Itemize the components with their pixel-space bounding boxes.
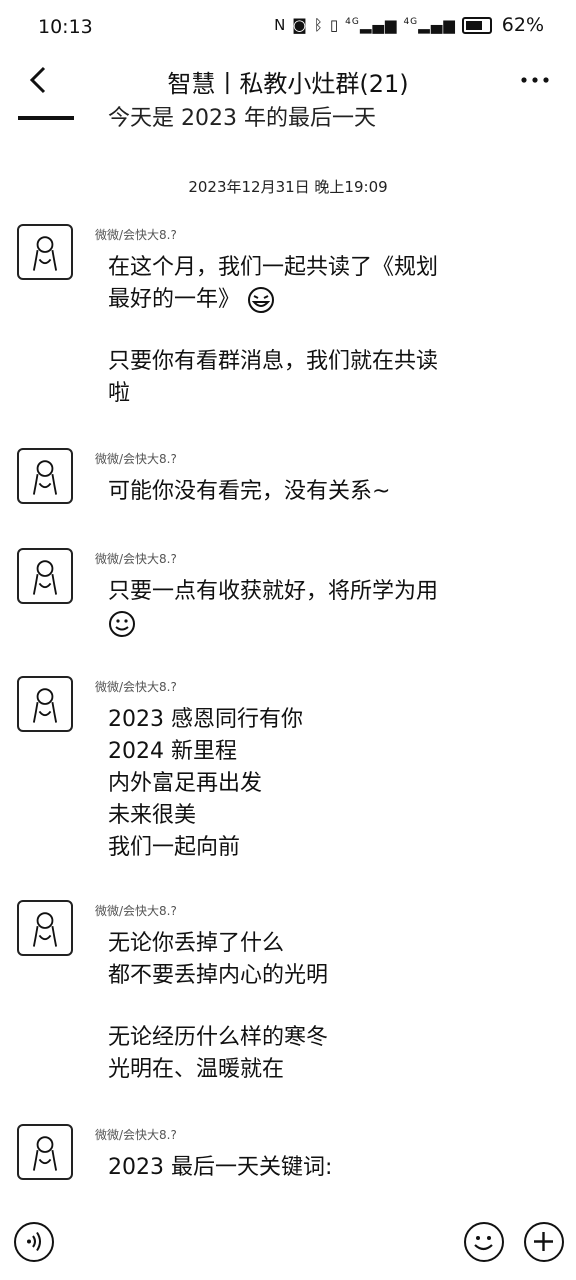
plus-icon xyxy=(534,1232,553,1251)
message-line: 只要一点有收获就好，将所学为用 xyxy=(108,579,439,604)
chat-title: 智慧丨私教小灶群(21) xyxy=(167,70,409,98)
message-line: 无论你丢掉了什么 xyxy=(108,931,285,956)
vibrate-icon: ▯ xyxy=(329,16,340,34)
nfc-icon: N xyxy=(274,16,287,34)
message-line: 最好的一年》 xyxy=(108,284,508,316)
plus-button[interactable] xyxy=(524,1222,564,1262)
avatar-figure-icon xyxy=(32,460,58,495)
status-time: 10:13 xyxy=(38,16,93,38)
sender-name: 微微/会快大8.? xyxy=(95,1128,177,1142)
partial-message: 今天是 2023 年的最后一天 xyxy=(0,106,576,128)
chat-header: 智慧丨私教小灶群(21) xyxy=(0,56,576,106)
message-line xyxy=(108,608,508,640)
battery-percent: 62% xyxy=(501,14,544,36)
message-line: 我们一起向前 xyxy=(108,835,241,860)
avatar[interactable] xyxy=(17,224,73,280)
message-line: 无论经历什么样的寒冬 xyxy=(108,1025,329,1050)
message-text[interactable]: 只要一点有收获就好，将所学为用 xyxy=(108,576,508,640)
message-text[interactable]: 在这个月，我们一起共读了《规划 最好的一年》 只要你有看群消息，我们就在共读 啦 xyxy=(108,252,508,410)
avatar-figure-icon xyxy=(32,236,58,271)
message-text[interactable]: 无论你丢掉了什么 都不要丢掉内心的光明 无论经历什么样的寒冬 光明在、温暖就在 xyxy=(108,928,508,1086)
sender-name: 微微/会快大8.? xyxy=(95,552,177,566)
smile-emoji-icon xyxy=(109,611,135,637)
avatar[interactable] xyxy=(17,676,73,732)
bluetooth-icon: ᛒ xyxy=(313,16,324,34)
avatar-figure-icon xyxy=(32,912,58,947)
avatar[interactable] xyxy=(17,448,73,504)
message-line: 都不要丢掉内心的光明 xyxy=(108,963,329,988)
message-line: 2023 感恩同行有你 xyxy=(108,707,303,732)
message-line: 未来很美 xyxy=(108,803,197,828)
avatar-figure-icon xyxy=(32,1136,58,1171)
avatar[interactable] xyxy=(17,900,73,956)
silent-icon: ◙ xyxy=(292,16,308,34)
emoji-button[interactable] xyxy=(464,1222,504,1262)
message-line: 光明在、温暖就在 xyxy=(108,1057,285,1082)
message-line: 2024 新里程 xyxy=(108,739,237,764)
voice-button[interactable] xyxy=(14,1222,54,1262)
battery-icon xyxy=(461,16,492,34)
avatar[interactable] xyxy=(17,1124,73,1180)
avatar-figure-icon xyxy=(32,560,58,595)
message-text[interactable]: 可能你没有看完，没有关系~ xyxy=(108,476,508,508)
avatar[interactable] xyxy=(17,548,73,604)
message-line: 啦 xyxy=(108,381,131,406)
status-bar: 10:13 N ◙ ᛒ ▯ 4G▂▄▆ 4G▂▄▆ 62% xyxy=(0,0,576,56)
message-line: 在这个月，我们一起共读了《规划 xyxy=(108,255,439,280)
message-line-text: 最好的一年》 xyxy=(108,287,241,312)
message-line: 内外富足再出发 xyxy=(108,771,263,796)
status-icons: N ◙ ᛒ ▯ 4G▂▄▆ 4G▂▄▆ 62% xyxy=(274,14,544,36)
message-line: 可能你没有看完，没有关系~ xyxy=(108,479,391,504)
sender-name: 微微/会快大8.? xyxy=(95,680,177,694)
emoji-icon xyxy=(474,1236,493,1251)
partial-avatar-edge xyxy=(18,116,74,120)
sender-name: 微微/会快大8.? xyxy=(95,452,177,466)
signal-4g-icon: 4G▂▄▆ xyxy=(403,16,456,34)
message-line: 2023 最后一天关键词: xyxy=(108,1155,333,1180)
message-text[interactable]: 2023 最后一天关键词: xyxy=(108,1152,508,1184)
message-line: 只要你有看群消息，我们就在共读 xyxy=(108,349,439,374)
more-options-icon[interactable] xyxy=(518,60,552,96)
partial-message-text: 今天是 2023 年的最后一天 xyxy=(108,106,376,128)
sender-name: 微微/会快大8.? xyxy=(95,228,177,242)
message-text[interactable]: 2023 感恩同行有你 2024 新里程 内外富足再出发 未来很美 我们一起向前 xyxy=(108,704,508,864)
sender-name: 微微/会快大8.? xyxy=(95,904,177,918)
voice-icon xyxy=(27,1231,41,1252)
avatar-figure-icon xyxy=(32,688,58,723)
signal-4g-icon: 4G▂▄▆ xyxy=(345,16,398,34)
chat-timestamp: 2023年12月31日 晚上19:09 xyxy=(188,178,388,196)
laughing-emoji-icon xyxy=(248,287,275,313)
input-bar xyxy=(0,1214,576,1280)
